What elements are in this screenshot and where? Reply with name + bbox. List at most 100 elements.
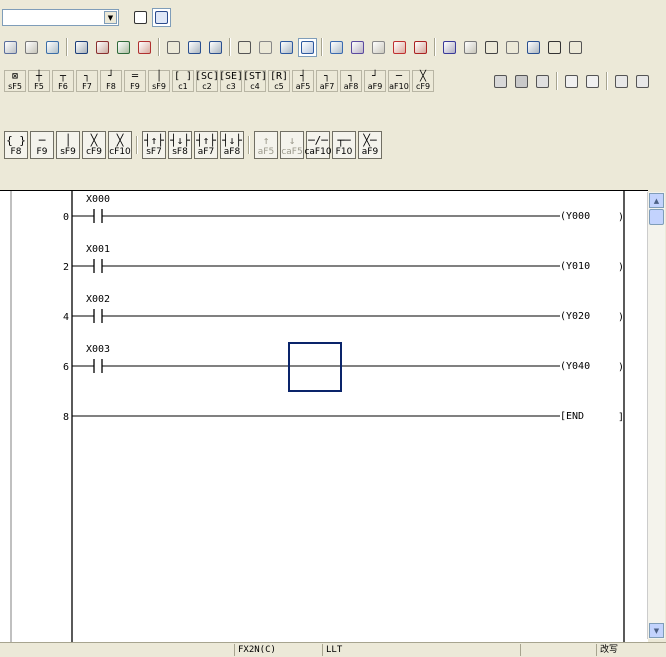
zoom-in-button[interactable] — [185, 38, 204, 57]
comment-button[interactable] — [545, 38, 564, 57]
fkey-sf9-button[interactable]: │ sF9 — [148, 70, 170, 92]
coil-end: ) — [618, 312, 624, 323]
fkey-symbol: ┤↓├ — [222, 134, 242, 147]
fkey-f7-button[interactable]: ┐ F7 — [76, 70, 98, 92]
fkey-symbol: [ST] — [242, 71, 268, 82]
copy-button[interactable] — [1, 38, 20, 57]
ladder-view-icon — [280, 40, 293, 54]
fkey-cf9-button[interactable]: ╳ cF9 — [82, 131, 106, 159]
chevron-down-icon[interactable]: ▼ — [104, 11, 117, 24]
fkey-af5-button[interactable]: ↑ aF5 — [254, 131, 278, 159]
fkey-label: caF10 — [304, 147, 332, 157]
fkey-f10-button[interactable]: ┬─ F10 — [332, 131, 356, 159]
edit-mode-icon — [372, 40, 385, 54]
fkey-c5-button[interactable]: [R] c5 — [268, 70, 290, 92]
monitor-write-button[interactable] — [256, 38, 275, 57]
fkey-label: sF8 — [172, 147, 188, 157]
fkey-label: aF9 — [367, 82, 383, 91]
fkey-f8-button[interactable]: { } F8 — [4, 131, 28, 159]
replace-device-button[interactable] — [135, 38, 154, 57]
fkey-label: F8 — [106, 82, 116, 91]
fkey-af10-button[interactable]: ─ aF10 — [388, 70, 410, 92]
read-plc-button[interactable] — [461, 38, 480, 57]
monitor-write-icon — [259, 40, 272, 54]
find-contact-button[interactable] — [114, 38, 133, 57]
fkey-af7-button[interactable]: ┐ aF7 — [316, 70, 338, 92]
vertical-scrollbar[interactable]: ▲ ▼ — [647, 192, 665, 639]
statement-button[interactable] — [566, 38, 585, 57]
fkey-sf5-button[interactable]: ⊠ sF5 — [4, 70, 26, 92]
fkey-cf10-button[interactable]: ╳ cF10 — [108, 131, 132, 159]
mode-status: 改写 — [596, 644, 666, 656]
fkey-f9-button[interactable]: ═ F9 — [124, 70, 146, 92]
separator — [248, 136, 250, 154]
print-button[interactable] — [491, 72, 510, 91]
program-check-button[interactable] — [503, 38, 522, 57]
fkey-f6-button[interactable]: ┬ F6 — [52, 70, 74, 92]
find-instruction-button[interactable] — [93, 38, 112, 57]
fkey-sf8-button[interactable]: ┤↓├ sF8 — [168, 131, 192, 159]
edit-mode-button[interactable] — [369, 38, 388, 57]
monitor-mode-icon — [414, 40, 427, 54]
cell-cursor[interactable] — [288, 342, 342, 392]
find-device-button[interactable] — [72, 38, 91, 57]
fkey-toolbar-1: ⊠ sF5 ┼ F5 ┬ F6 ┐ F7 ┘ F8 ═ F9 │ sF9[ ] c1 [SC] c2 [SE] c3… — [3, 68, 435, 94]
table-button[interactable] — [633, 72, 652, 91]
list-button[interactable] — [583, 72, 602, 91]
coil-end: ] — [618, 412, 624, 423]
zoom-out-button[interactable] — [206, 38, 225, 57]
fkey-cf9-button[interactable]: ╳ cF9 — [412, 70, 434, 92]
tree-view-button[interactable] — [152, 7, 171, 27]
error-button[interactable] — [533, 72, 552, 91]
fkey-caf10-button[interactable]: ─/─ caF10 — [304, 131, 332, 159]
device-search-button[interactable] — [348, 38, 367, 57]
list-view-button[interactable] — [298, 37, 317, 57]
fkey-f8-button[interactable]: ┘ F8 — [100, 70, 122, 92]
replace-instruction-button[interactable] — [164, 38, 183, 57]
verify-button[interactable] — [482, 38, 501, 57]
undo-button[interactable] — [43, 38, 62, 57]
new-page-button[interactable] — [131, 8, 150, 27]
coil-label: (Y040 — [560, 361, 590, 372]
error-icon — [536, 74, 549, 88]
fkey-c3-button[interactable]: [SE] c3 — [219, 70, 243, 92]
read-mode-button[interactable] — [390, 38, 409, 57]
fkey-symbol: [ ] — [173, 71, 193, 82]
save-button[interactable] — [512, 72, 531, 91]
fkey-sf7-button[interactable]: ┤↑├ sF7 — [142, 131, 166, 159]
sort-button[interactable] — [562, 72, 581, 91]
monitor-mode-button[interactable] — [411, 38, 430, 57]
device-batch-button[interactable] — [524, 38, 543, 57]
fkey-sf9-button[interactable]: │ sF9 — [56, 131, 80, 159]
scroll-up-button[interactable]: ▲ — [649, 193, 664, 208]
scroll-down-button[interactable]: ▼ — [649, 623, 664, 638]
fkey-toolbar-2: { } F8 ─ F9 │ sF9 ╳ cF9 ╳ cF10 ┤↑├ sF7 ┤↓├ sF8 ┤↑├ aF7 ┤… — [3, 130, 383, 160]
ladder-workspace[interactable]: 0 X000 (Y000) 2 X001 (Y010) 4 X002 (Y020) 6 X003 (Y… — [0, 190, 648, 643]
write-plc-button[interactable] — [440, 38, 459, 57]
scroll-thumb[interactable] — [649, 209, 664, 225]
fkey-f5-button[interactable]: ┼ F5 — [28, 70, 50, 92]
fkey-caf5-button[interactable]: ↓ caF5 — [280, 131, 304, 159]
zoom-in-icon — [188, 40, 201, 54]
grid-icon — [615, 74, 628, 88]
ladder-view-button[interactable] — [277, 38, 296, 57]
fkey-symbol: ╳ — [116, 134, 124, 147]
fkey-label: aF7 — [197, 147, 215, 157]
fkey-af8-button[interactable]: ┤↓├ aF8 — [220, 131, 244, 159]
fkey-c4-button[interactable]: [ST] c4 — [242, 70, 268, 92]
fkey-c1-button[interactable]: [ ] c1 — [172, 70, 194, 92]
fkey-f9-button[interactable]: ─ F9 — [30, 131, 54, 159]
monitor-button[interactable] — [235, 38, 254, 57]
disk-icon — [515, 74, 528, 88]
grid-button[interactable] — [612, 72, 631, 91]
fkey-af7-button[interactable]: ┤↑├ aF7 — [194, 131, 218, 159]
fkey-symbol: { } — [6, 134, 26, 147]
paste-button[interactable] — [22, 38, 41, 57]
fkey-af8-button[interactable]: ┐ aF8 — [340, 70, 362, 92]
sfc-view-button[interactable] — [327, 38, 346, 57]
device-combo[interactable]: ▼ — [2, 9, 119, 26]
fkey-af9-button[interactable]: ╳─ aF9 — [358, 131, 382, 159]
fkey-af5-button[interactable]: ┤ aF5 — [292, 70, 314, 92]
fkey-af9-button[interactable]: ┘ aF9 — [364, 70, 386, 92]
fkey-c2-button[interactable]: [SC] c2 — [195, 70, 219, 92]
